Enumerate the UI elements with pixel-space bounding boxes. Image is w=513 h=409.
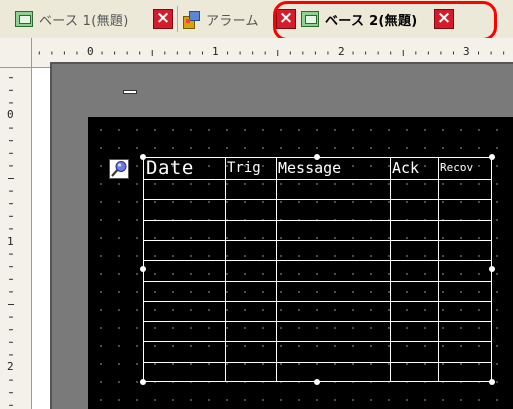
alarm-icon [182, 10, 200, 29]
alarm-history-table[interactable]: Date Trig Message Ack Recov [143, 157, 492, 382]
ruler-label: 3 [463, 45, 470, 58]
column-header-message: Message [278, 159, 342, 177]
screen-tab-bar: ベース 1(無題) × アラーム × ベース 2(無題) × [0, 0, 513, 41]
close-icon: × [276, 9, 296, 29]
resize-handle-top-left[interactable] [140, 154, 146, 160]
table-border [143, 157, 492, 382]
tab-label: ベース 1(無題) [39, 13, 129, 29]
tab-label: アラーム [206, 13, 259, 29]
tab-alarm-close-button[interactable]: × [276, 4, 296, 34]
ruler-label: 1 [7, 235, 14, 248]
resize-handle-top-right[interactable] [489, 154, 495, 160]
table-header-row: Date Trig Message Ack Recov [143, 157, 492, 179]
resize-handle-top[interactable] [314, 154, 320, 160]
resize-handle-bottom-left[interactable] [140, 379, 146, 385]
close-icon: × [434, 9, 454, 29]
resize-handle-bottom-right[interactable] [489, 379, 495, 385]
ruler-corner [0, 38, 32, 68]
tab-base-2[interactable]: ベース 2(無題) [301, 4, 418, 34]
base-screen-icon [15, 11, 33, 27]
column-header-trigger: Trig [227, 160, 261, 176]
ruler-label: 0 [7, 108, 14, 121]
resize-handle-right[interactable] [489, 266, 495, 272]
column-header-date: Date [146, 157, 194, 179]
window-minimize-marker [123, 90, 137, 94]
close-icon: × [153, 9, 173, 29]
ruler-label: 0 [87, 45, 94, 58]
base-screen-icon [301, 11, 319, 27]
tab-label: ベース 2(無題) [325, 13, 418, 29]
magnifier-icon[interactable] [109, 159, 129, 179]
vertical-ruler[interactable]: 0 1 2 [0, 68, 32, 409]
tab-base-2-close-button[interactable]: × [434, 4, 454, 34]
column-header-ack: Ack [392, 159, 420, 177]
resize-handle-bottom[interactable] [314, 379, 320, 385]
ruler-label: 1 [212, 45, 219, 58]
tab-alarm[interactable]: アラーム [182, 4, 259, 34]
tab-base-1[interactable]: ベース 1(無題) [15, 4, 129, 34]
ruler-label: 2 [338, 45, 345, 58]
ruler-label: 2 [7, 360, 14, 373]
tab-base-1-close-button[interactable]: × [153, 4, 173, 34]
resize-handle-left[interactable] [140, 266, 146, 272]
column-header-recovery: Recov [440, 161, 474, 174]
